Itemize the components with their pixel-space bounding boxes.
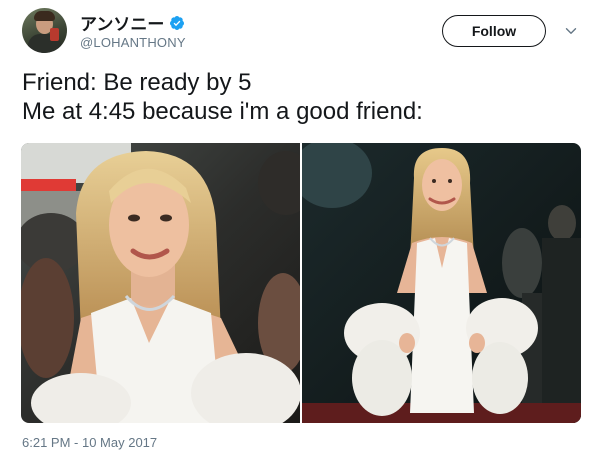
avatar[interactable] bbox=[22, 8, 67, 53]
tweet-timestamp[interactable]: 6:21 PM - 10 May 2017 bbox=[22, 435, 157, 450]
tweet-card: アンソニー @LOHANTHONY Follow Friend: Be read… bbox=[0, 0, 615, 458]
author-handle[interactable]: @LOHANTHONY bbox=[80, 35, 186, 50]
tweet-text: Friend: Be ready by 5 Me at 4:45 because… bbox=[22, 68, 602, 126]
tweet-text-line: Friend: Be ready by 5 bbox=[22, 69, 252, 96]
photo-full-body[interactable] bbox=[302, 143, 581, 423]
author-display-name-row[interactable]: アンソニー bbox=[80, 10, 185, 35]
author-display-name[interactable]: アンソニー bbox=[80, 10, 164, 35]
media-grid bbox=[21, 143, 581, 423]
photo-closeup[interactable] bbox=[21, 143, 300, 423]
verified-badge-icon bbox=[170, 15, 185, 30]
follow-button[interactable]: Follow bbox=[442, 15, 546, 47]
tweet-text-line: Me at 4:45 because i'm a good friend: bbox=[22, 98, 423, 125]
chevron-down-icon[interactable] bbox=[565, 25, 577, 37]
